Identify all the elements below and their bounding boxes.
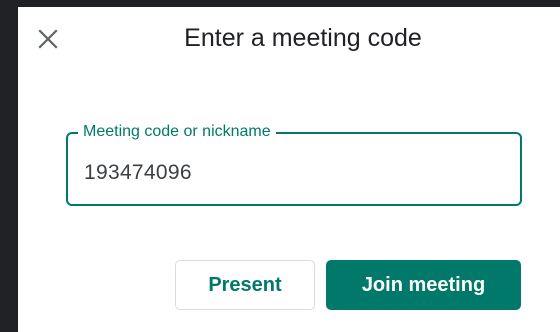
join-meeting-button[interactable]: Join meeting — [326, 260, 521, 310]
meeting-code-dialog: Enter a meeting code Meeting code or nic… — [18, 7, 560, 332]
meeting-code-label: Meeting code or nickname — [78, 122, 276, 142]
meeting-code-field[interactable]: Meeting code or nickname — [66, 122, 522, 206]
dialog-title: Enter a meeting code — [184, 24, 422, 52]
present-button[interactable]: Present — [175, 260, 315, 310]
meeting-code-input[interactable] — [84, 158, 504, 188]
